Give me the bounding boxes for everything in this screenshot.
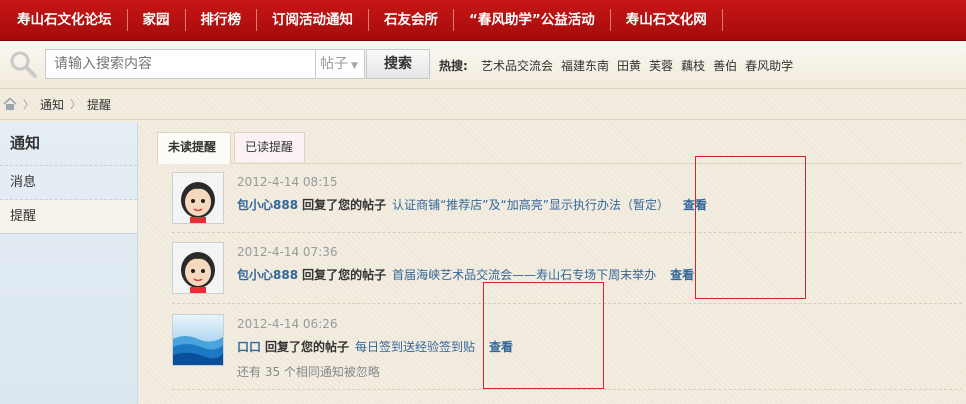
hot-search-item[interactable]: 田黄 [617,57,641,74]
hot-search-item[interactable]: 藕枝 [681,57,705,74]
thread-link[interactable]: 认证商铺“推荐店”及“加高亮”显示执行办法（暂定） [392,198,669,212]
notification-time: 2012-4-14 08:15 [237,175,338,189]
chevron-right-icon: 〉 [70,98,82,111]
user-link[interactable]: 口口 [237,340,261,354]
avatar[interactable] [172,242,224,294]
nav-item-charity[interactable]: “春风助学”公益活动 [454,9,611,31]
annotation-box [483,282,604,389]
breadcrumb-item-reminder: 提醒 [87,97,112,112]
hot-search-label: 热搜: [439,59,468,73]
action-text: 回复了您的帖子 [302,268,387,282]
sidebar-title: 通知 [0,122,137,166]
home-icon[interactable] [3,97,17,111]
notification-time: 2012-4-14 06:26 [237,317,338,331]
action-text: 回复了您的帖子 [265,340,350,354]
nav-item-subscribe[interactable]: 订阅活动通知 [257,9,369,31]
search-type-label: 帖子 [320,56,348,72]
user-link[interactable]: 包小心888 [237,198,298,212]
notification-time: 2012-4-14 07:36 [237,245,338,259]
avatar[interactable] [172,314,224,366]
divider [172,389,962,390]
search-icon [10,51,37,78]
ignored-count-note: 还有 35 个相同通知被忽略 [237,365,380,379]
notification-text: 包小心888 回复了您的帖子 首届海峡艺术品交流会——寿山石专场下周末举办 查看 [237,266,694,283]
hot-search-list: 艺术品交流会 福建东南 田黄 芙蓉 藕枝 善伯 春风助学 [481,57,793,74]
hot-search-item[interactable]: 善伯 [713,57,737,74]
chevron-down-icon: ▼ [351,61,358,71]
blue-landscape-icon [173,315,223,365]
annotation-box [695,156,806,299]
tab-bar: 未读提醒 已读提醒 [157,132,962,164]
sidebar-item-reminders[interactable]: 提醒 [0,200,137,234]
notification-text: 口口 回复了您的帖子 每日签到送经验签到贴 查看 [237,338,513,355]
notification-text: 包小心888 回复了您的帖子 认证商铺“推荐店”及“加高亮”显示执行办法（暂定） 查看 [237,196,707,213]
nav-item-ranking[interactable]: 排行榜 [186,9,257,31]
hot-search-item[interactable]: 芙蓉 [649,57,673,74]
nav-item-home[interactable]: 家园 [128,9,186,31]
sidebar: 通知 消息 提醒 [0,122,138,404]
hot-search-item[interactable]: 春风助学 [745,57,793,74]
nav-item-club[interactable]: 石友会所 [369,9,454,31]
cartoon-face-icon [173,243,223,293]
top-nav: 寿山石文化论坛 家园 排行榜 订阅活动通知 石友会所 “春风助学”公益活动 寿山… [0,0,966,41]
thread-link[interactable]: 首届海峡艺术品交流会——寿山石专场下周末举办 [392,268,656,282]
avatar[interactable] [172,172,224,224]
user-link[interactable]: 包小心888 [237,268,298,282]
sidebar-item-messages[interactable]: 消息 [0,166,137,200]
search-input[interactable] [45,49,315,79]
nav-item-forum[interactable]: 寿山石文化论坛 [0,9,128,31]
breadcrumb: 〉 通知 〉 提醒 [0,89,966,120]
search-type-select[interactable]: 帖子 ▼ [315,49,365,79]
chevron-right-icon: 〉 [23,98,34,111]
search-button[interactable]: 搜索 [366,49,430,79]
nav-item-website[interactable]: 寿山石文化网 [611,9,723,31]
tab-unread[interactable]: 未读提醒 [157,132,231,164]
breadcrumb-item-notice[interactable]: 通知 [40,96,64,113]
divider [172,232,962,233]
cartoon-face-icon [173,173,223,223]
action-text: 回复了您的帖子 [302,198,387,212]
thread-link[interactable]: 每日签到送经验签到贴 [355,340,475,354]
hot-search-item[interactable]: 艺术品交流会 [481,57,553,74]
search-bar: 帖子▼ 搜索 热搜: 艺术品交流会 福建东南 田黄 芙蓉 藕枝 善伯 春风助学 [0,41,966,89]
hot-search-item[interactable]: 福建东南 [561,57,609,74]
view-link[interactable]: 查看 [670,268,694,282]
tab-read[interactable]: 已读提醒 [234,132,305,162]
